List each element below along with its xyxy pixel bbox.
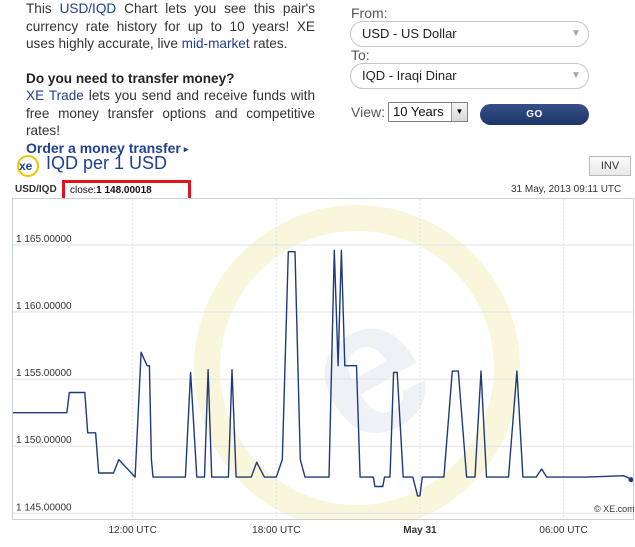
- to-label: To:: [351, 47, 370, 63]
- from-currency-value: USD - US Dollar: [362, 26, 457, 41]
- mid-market-link[interactable]: mid-market: [182, 36, 250, 51]
- last-point-marker: [628, 477, 633, 483]
- view-label: View:: [351, 104, 385, 120]
- arrow-right-icon: ▸: [183, 143, 189, 154]
- chart-timestamp: 31 May, 2013 09:11 UTC: [511, 184, 622, 195]
- y-tick-label: 1 165.00000: [16, 234, 72, 245]
- pair-chart-link[interactable]: USD/IQD: [60, 1, 117, 16]
- xe-logo-text: xe: [19, 159, 33, 173]
- view-period-value: 10 Years: [393, 104, 444, 119]
- intro-panel: This USD/IQD Chart lets you see this pai…: [26, 0, 315, 158]
- transfer-heading: Do you need to transfer money?: [26, 70, 235, 86]
- copyright-watermark: © XE.com: [594, 504, 634, 514]
- chevron-down-icon: ▼: [571, 28, 581, 39]
- view-period-select[interactable]: 10 Years ▼: [388, 102, 468, 122]
- y-tick-label: 1 150.00000: [16, 435, 72, 446]
- from-label: From:: [351, 5, 388, 21]
- y-tick-label: 1 145.00000: [16, 502, 72, 513]
- go-button[interactable]: GO: [480, 104, 589, 125]
- invert-button[interactable]: INV: [589, 156, 631, 176]
- x-axis-labels: 12:00 UTC 18:00 UTC May 31 06:00 UTC: [109, 525, 588, 536]
- dropdown-arrow-icon: ▼: [451, 103, 467, 121]
- xe-trade-link[interactable]: XE Trade: [26, 88, 84, 103]
- y-tick-label: 1 160.00000: [16, 301, 72, 312]
- xe-logo-icon: xe: [17, 155, 39, 177]
- chart-title: IQD per 1 USD: [46, 153, 168, 173]
- to-currency-value: IQD - Iraqi Dinar: [362, 68, 457, 83]
- intro-paragraph: This USD/IQD Chart lets you see this pai…: [26, 1, 315, 51]
- x-tick-label: 18:00 UTC: [252, 525, 300, 536]
- from-currency-select[interactable]: USD - US Dollar ▼: [350, 21, 589, 47]
- transfer-paragraph: XE Trade lets you send and receive funds…: [26, 88, 316, 138]
- x-tick-label: May 31: [403, 525, 437, 536]
- to-currency-select[interactable]: IQD - Iraqi Dinar ▼: [350, 63, 589, 89]
- x-tick-label: 12:00 UTC: [109, 525, 157, 536]
- rate-chart[interactable]: e 1 165.000001 160.000001 155.000001 150…: [12, 198, 634, 543]
- chevron-down-icon: ▼: [571, 70, 581, 81]
- y-tick-label: 1 155.00000: [16, 368, 72, 379]
- close-label: close:: [70, 185, 97, 196]
- close-value: 1 148.00018: [96, 185, 152, 196]
- pair-label: USD/IQD: [15, 184, 57, 195]
- x-tick-label: 06:00 UTC: [539, 525, 587, 536]
